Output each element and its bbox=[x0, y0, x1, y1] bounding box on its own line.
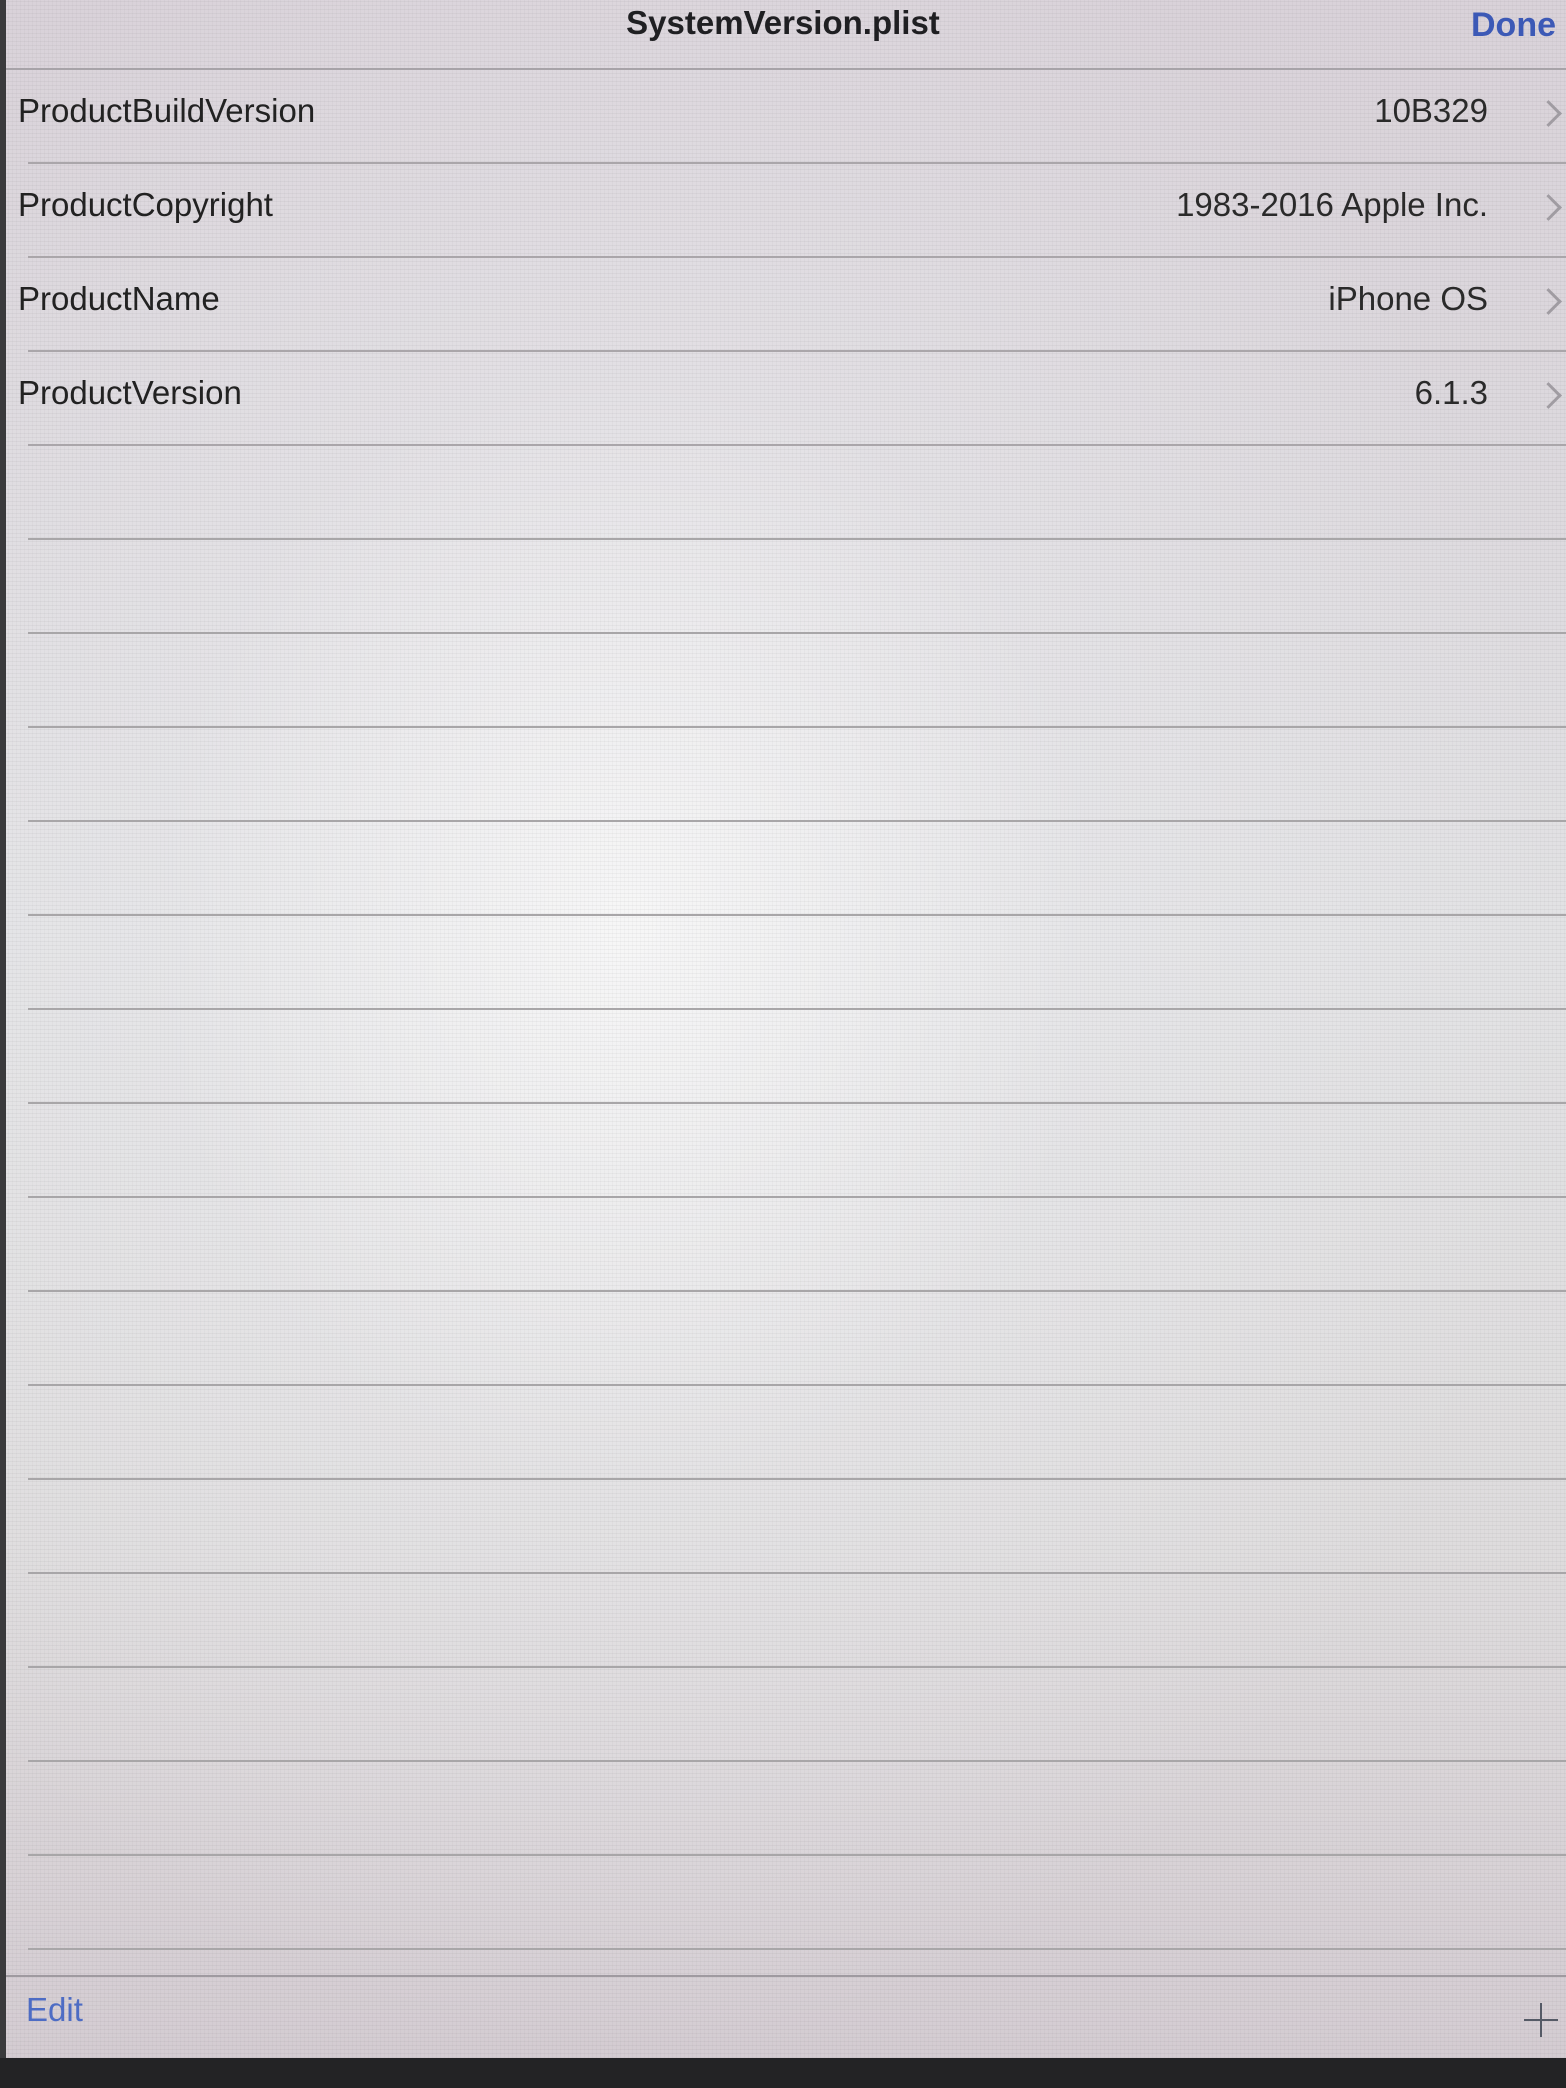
plist-row-product-build-version[interactable]: ProductBuildVersion 10B329 bbox=[18, 70, 1566, 164]
navigation-bar: SystemVersion.plist Done bbox=[0, 0, 1566, 70]
empty-row bbox=[28, 1856, 1566, 1950]
chevron-right-icon bbox=[1535, 194, 1562, 221]
empty-row bbox=[28, 1574, 1566, 1668]
plist-row-product-name[interactable]: ProductName iPhone OS bbox=[18, 258, 1566, 352]
chevron-right-icon bbox=[1535, 382, 1562, 409]
empty-row bbox=[28, 1668, 1566, 1762]
empty-row bbox=[28, 1010, 1566, 1104]
empty-row bbox=[28, 1198, 1566, 1292]
device-bezel bbox=[0, 0, 6, 2058]
row-value: 6.1.3 bbox=[1414, 374, 1488, 411]
plus-icon[interactable] bbox=[1524, 2003, 1558, 2037]
plist-row-product-copyright[interactable]: ProductCopyright 1983-2016 Apple Inc. bbox=[18, 164, 1566, 258]
edit-button[interactable]: Edit bbox=[26, 1991, 83, 2029]
plist-table: ProductBuildVersion 10B329 ProductCopyri… bbox=[0, 70, 1566, 1950]
empty-row-area bbox=[0, 446, 1566, 1950]
empty-row bbox=[28, 540, 1566, 634]
empty-row bbox=[28, 446, 1566, 540]
empty-row bbox=[28, 1386, 1566, 1480]
empty-row bbox=[28, 1292, 1566, 1386]
row-key: ProductVersion bbox=[18, 374, 242, 411]
row-key: ProductBuildVersion bbox=[18, 92, 316, 129]
row-key: ProductName bbox=[18, 280, 220, 317]
row-value: 10B329 bbox=[1374, 92, 1488, 129]
empty-row bbox=[28, 634, 1566, 728]
page-title: SystemVersion.plist bbox=[626, 4, 940, 41]
done-button[interactable]: Done bbox=[1471, 6, 1556, 45]
chevron-right-icon bbox=[1535, 100, 1562, 127]
empty-row bbox=[28, 1104, 1566, 1198]
empty-row bbox=[28, 728, 1566, 822]
bottom-toolbar: Edit bbox=[0, 1975, 1566, 2058]
row-key: ProductCopyright bbox=[18, 186, 273, 223]
empty-row bbox=[28, 1762, 1566, 1856]
row-value: iPhone OS bbox=[1328, 280, 1488, 317]
chevron-right-icon bbox=[1535, 288, 1562, 315]
empty-row bbox=[28, 916, 1566, 1010]
device-bezel-bottom bbox=[0, 2058, 1566, 2088]
row-value: 1983-2016 Apple Inc. bbox=[1176, 186, 1488, 223]
empty-row bbox=[28, 822, 1566, 916]
plist-row-product-version[interactable]: ProductVersion 6.1.3 bbox=[18, 352, 1566, 446]
plist-editor-screen: SystemVersion.plist Done ProductBuildVer… bbox=[0, 0, 1566, 2058]
empty-row bbox=[28, 1480, 1566, 1574]
